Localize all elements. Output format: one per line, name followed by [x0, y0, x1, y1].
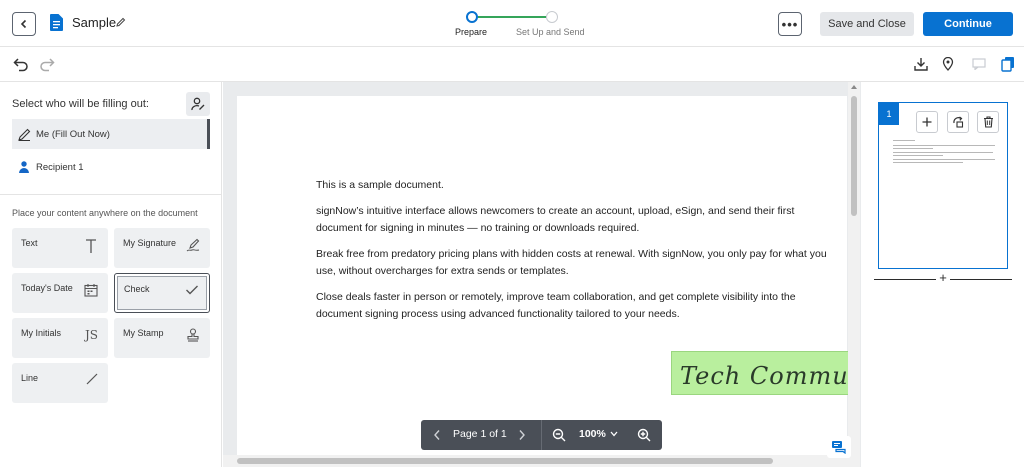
- step-setup-label[interactable]: Set Up and Send: [516, 27, 585, 37]
- location-pin-icon[interactable]: [942, 57, 954, 71]
- signature-pen-icon: [186, 238, 200, 252]
- step-progress-line: [478, 16, 546, 18]
- chevron-left-icon: [20, 19, 27, 29]
- tool-label: Line: [21, 373, 39, 383]
- pages-panel-icon[interactable]: [1000, 56, 1016, 72]
- rotate-icon: [953, 116, 964, 128]
- document-viewer: This is a sample document. signNow’s int…: [223, 82, 861, 467]
- thumbnail-text-line: [893, 162, 963, 163]
- calendar-icon: [84, 283, 98, 297]
- rename-pencil-icon[interactable]: [116, 17, 126, 27]
- signature-text: Tech Commuters: [680, 362, 854, 390]
- doc-paragraph: Close deals faster in person or remotely…: [316, 291, 796, 320]
- document-page[interactable]: This is a sample document. signNow’s int…: [237, 96, 854, 467]
- top-bar: Sample Prepare Set Up and Send ••• Save …: [0, 0, 1024, 47]
- undo-icon[interactable]: [13, 56, 29, 72]
- tool-label: Text: [21, 238, 38, 248]
- tool-my-signature[interactable]: My Signature: [114, 228, 210, 268]
- comments-icon[interactable]: [972, 58, 986, 70]
- thumbnail-text-line: [893, 155, 943, 156]
- more-options-button[interactable]: •••: [778, 12, 802, 36]
- fields-panel: Select who will be filling out: Me (Fill…: [0, 82, 222, 467]
- zoom-out-icon[interactable]: [552, 428, 566, 442]
- add-page-button[interactable]: [916, 111, 938, 133]
- step-setup-indicator: [546, 11, 558, 23]
- tool-todays-date[interactable]: Today's Date: [12, 273, 108, 313]
- page-thumbnail[interactable]: 1: [878, 102, 1008, 269]
- manage-signers-button[interactable]: [186, 92, 210, 116]
- signature-field[interactable]: Tech Commuters: [671, 351, 854, 395]
- step-prepare-indicator: [466, 11, 478, 23]
- page-number-badge: 1: [879, 103, 899, 125]
- chat-bubbles-icon: [832, 441, 846, 454]
- chat-support-button[interactable]: [827, 436, 851, 458]
- place-content-hint: Place your content anywhere on the docum…: [12, 208, 198, 218]
- document-icon: [50, 14, 63, 31]
- rotate-page-button[interactable]: [947, 111, 969, 133]
- vertical-scrollbar[interactable]: [848, 82, 860, 467]
- signer-me[interactable]: Me (Fill Out Now): [12, 119, 210, 149]
- doc-paragraph: This is a sample document.: [316, 179, 444, 191]
- stamp-icon: [186, 328, 200, 342]
- signature-image: Tech Commuters: [680, 362, 854, 390]
- tool-label: Today's Date: [21, 283, 73, 293]
- redo-icon[interactable]: [39, 56, 55, 72]
- next-page-icon[interactable]: [517, 429, 527, 441]
- tool-text[interactable]: Text: [12, 228, 108, 268]
- checkmark-icon: [185, 284, 199, 296]
- tool-label: Check: [124, 284, 150, 294]
- vertical-scroll-thumb[interactable]: [851, 96, 857, 216]
- line-icon: [86, 373, 98, 385]
- zoom-in-icon[interactable]: [637, 428, 651, 442]
- signer-me-label: Me (Fill Out Now): [36, 128, 110, 140]
- pen-icon: [12, 128, 36, 141]
- user-edit-icon: [191, 97, 205, 111]
- back-button[interactable]: [12, 12, 36, 36]
- horizontal-scrollbar[interactable]: [223, 455, 848, 467]
- page-thumbnails-panel: 1 +: [861, 82, 1024, 467]
- divider: [541, 420, 542, 450]
- thumbnail-text-line: [893, 145, 995, 146]
- page-navigator: Page 1 of 1 100%: [421, 420, 662, 450]
- prev-page-icon[interactable]: [432, 429, 442, 441]
- tool-my-stamp[interactable]: My Stamp: [114, 318, 210, 358]
- signer-recipient-label: Recipient 1: [36, 161, 84, 173]
- plus-icon: [922, 117, 932, 127]
- signer-select-title: Select who will be filling out:: [12, 98, 149, 110]
- scroll-up-arrow-icon[interactable]: [848, 82, 860, 92]
- document-title: Sample: [72, 15, 117, 30]
- toolbar: [0, 47, 1024, 82]
- tool-line[interactable]: Line: [12, 363, 108, 403]
- zoom-dropdown-chevron-icon[interactable]: [610, 431, 618, 437]
- tool-check[interactable]: Check: [114, 273, 210, 313]
- step-prepare-label[interactable]: Prepare: [455, 27, 487, 37]
- zoom-level[interactable]: 100%: [579, 428, 606, 440]
- continue-button[interactable]: Continue: [923, 12, 1013, 36]
- insert-page-button[interactable]: +: [936, 271, 950, 285]
- person-icon: [12, 161, 36, 173]
- download-icon[interactable]: [914, 57, 928, 71]
- delete-page-button[interactable]: [977, 111, 999, 133]
- divider: [0, 194, 222, 195]
- thumbnail-text-line: [893, 152, 993, 153]
- text-t-icon: [84, 238, 98, 254]
- trash-icon: [983, 116, 993, 128]
- thumbnail-text-line: [893, 148, 933, 149]
- tool-my-initials[interactable]: My Initials JS: [12, 318, 108, 358]
- doc-paragraph: signNow’s intuitive interface allows new…: [316, 205, 795, 234]
- thumbnail-text-line: [893, 159, 995, 160]
- tool-label: My Initials: [21, 328, 62, 338]
- page-count-label: Page 1 of 1: [453, 428, 507, 440]
- doc-paragraph: Break free from predatory pricing plans …: [316, 248, 827, 277]
- save-and-close-button[interactable]: Save and Close: [820, 12, 914, 36]
- horizontal-scroll-thumb[interactable]: [237, 458, 773, 464]
- signer-recipient-1[interactable]: Recipient 1: [12, 152, 210, 182]
- initials-js-icon: JS: [84, 328, 98, 342]
- thumbnail-text-line: [893, 140, 915, 141]
- tool-label: My Stamp: [123, 328, 164, 338]
- tool-label: My Signature: [123, 238, 177, 248]
